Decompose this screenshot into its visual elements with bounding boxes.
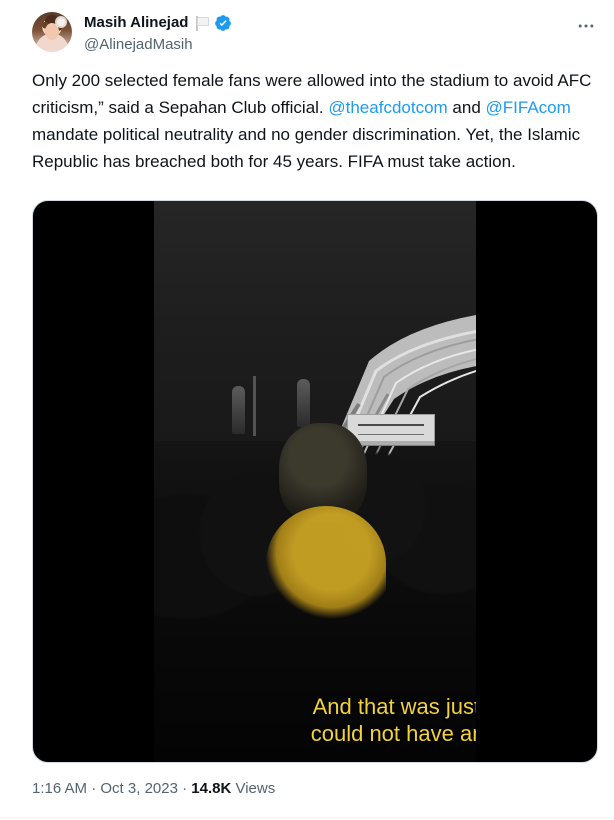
white-flag-icon [192,14,210,32]
verified-badge-icon [215,15,232,31]
statue-shape [232,386,245,434]
tweet-header: Masih Alinejad @AlinejadMasih [32,12,598,56]
video-subtitle: And that was just so AFC could not have … [301,693,476,747]
subtitle-line-1: And that was just so AFC [312,694,476,719]
video-frame[interactable]: And that was just so AFC could not have … [154,201,476,762]
tweet-text: Only 200 selected female fans were allow… [32,67,602,175]
meta-separator-1: · [87,780,101,797]
views-count: 14.8K [191,780,232,797]
author-handle[interactable]: @AlinejadMasih [84,35,444,55]
video-media[interactable]: And that was just so AFC could not have … [32,200,598,763]
mention-fifacom-link[interactable]: @FIFAcom [486,98,571,117]
views-label: Views [231,780,276,797]
avatar-flower-shape [57,18,65,26]
avatar-face-shape [45,23,59,40]
more-options-icon[interactable] [574,14,598,38]
tweet-time-link[interactable]: 1:16 AM [32,780,87,797]
author-name-row: Masih Alinejad [84,13,444,33]
yellow-jacket-shape [266,506,386,621]
tweet-container: Masih Alinejad @AlinejadMasih Only 200 s… [0,0,614,820]
tweet-text-part-3: mandate political neutrality and no gend… [32,125,581,171]
tweet-date-link[interactable]: Oct 3, 2023 [100,780,178,797]
author-display-name[interactable]: Masih Alinejad [84,13,188,33]
meta-separator-2: · [177,780,192,797]
mention-theafcdotcom-link[interactable]: @theafcdotcom [328,98,447,117]
tweet-meta: 1:16 AM · Oct 3, 2023 · 14.8K Views [32,779,598,799]
avatar[interactable] [32,12,72,52]
statue-shape [297,379,310,427]
tweet-text-part-2: and [447,98,486,117]
lamp-post-shape [253,376,256,436]
subtitle-line-2: could not have an excuse [310,721,476,746]
bottom-divider [0,817,614,818]
author-block: Masih Alinejad @AlinejadMasih [84,13,444,55]
